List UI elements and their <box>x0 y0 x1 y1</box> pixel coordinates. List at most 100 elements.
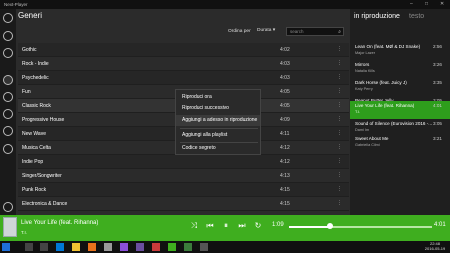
taskbar <box>0 241 450 253</box>
row-name: Electronica & Dance <box>22 201 68 207</box>
queue-title: Dark Horse (feat. Juicy J) <box>355 80 407 85</box>
row-duration: 4:09 <box>280 117 290 123</box>
radio-icon[interactable] <box>3 126 13 136</box>
player-track-artist: T.I. <box>21 230 28 235</box>
add-icon[interactable] <box>3 31 13 41</box>
shuffle-icon[interactable]: ⤨ <box>189 221 199 231</box>
genre-icon[interactable] <box>3 75 13 85</box>
explorer-icon[interactable] <box>72 243 80 251</box>
artist-icon[interactable] <box>3 92 13 102</box>
row-name: Classic Rock <box>22 103 51 109</box>
minimize-icon[interactable]: – <box>410 1 413 7</box>
pause-icon[interactable]: ⏸ <box>221 221 231 231</box>
tab-now-playing[interactable]: in riproduzione <box>354 13 400 20</box>
queue-item[interactable]: Mirrors Natalia Kills 3:26 <box>350 60 450 76</box>
menu-divider <box>180 128 258 129</box>
row-name: Rock - Indie <box>22 61 49 67</box>
menu-item-add-now-playing[interactable]: Aggiungi a adesso in riproduzione <box>182 117 257 123</box>
app-icon[interactable] <box>200 243 208 251</box>
row-duration: 4:11 <box>280 131 290 137</box>
tab-lyrics[interactable]: testo <box>409 13 424 20</box>
firefox-icon[interactable] <box>88 243 96 251</box>
list-item[interactable]: Psychedelic 4:03 ⋮ <box>18 71 349 85</box>
list-item[interactable]: Rock - Indie 4:03 ⋮ <box>18 57 349 71</box>
more-icon[interactable]: ⋮ <box>337 102 342 108</box>
queue-artist: Major Lazer <box>355 51 376 55</box>
folder-icon[interactable] <box>3 144 13 154</box>
app-icon[interactable] <box>104 243 112 251</box>
list-item[interactable]: Singer/Songwriter 4:13 ⋮ <box>18 169 349 183</box>
search-icon[interactable]: ⌕ <box>338 28 341 36</box>
more-icon[interactable]: ⋮ <box>337 200 342 206</box>
queue-artist: Katy Perry <box>355 87 373 91</box>
settings-icon[interactable] <box>3 202 13 212</box>
more-icon[interactable]: ⋮ <box>337 74 342 80</box>
row-duration: 4:05 <box>280 103 290 109</box>
menu-item-play-now[interactable]: Riproduci ora <box>182 94 212 100</box>
row-duration: 4:03 <box>280 75 290 81</box>
player-taskbar-icon[interactable] <box>168 243 176 251</box>
task-view-icon[interactable] <box>40 243 48 251</box>
repeat-icon[interactable]: ↻ <box>253 221 263 231</box>
sort-dropdown[interactable]: Durata <box>257 28 275 33</box>
row-duration: 4:05 <box>280 89 290 95</box>
list-item[interactable]: Gothic 4:02 ⋮ <box>18 43 349 57</box>
page-title: Generi <box>18 11 43 20</box>
album-cover[interactable] <box>3 217 17 237</box>
more-icon[interactable]: ⋮ <box>337 116 342 122</box>
queue-title: Live Your Life (feat. Rihanna) <box>355 103 415 108</box>
queue-item[interactable]: Dark Horse (feat. Juicy J) Katy Perry 3:… <box>350 78 450 94</box>
menu-item-secret-code[interactable]: Codice segreto <box>182 145 216 151</box>
search-taskbar-icon[interactable] <box>25 243 33 251</box>
maximize-icon[interactable]: □ <box>425 1 428 7</box>
queue-item[interactable]: Sound of Silence (Eurovision 2016 -... D… <box>350 119 450 135</box>
edge-icon[interactable] <box>56 243 64 251</box>
visual-studio-icon[interactable] <box>120 243 128 251</box>
total-time: 4:01 <box>434 222 446 228</box>
list-item[interactable]: Indie Pop 4:12 ⋮ <box>18 155 349 169</box>
list-item[interactable]: Punk Rock 4:15 ⋮ <box>18 183 349 197</box>
playlist-icon[interactable] <box>3 109 13 119</box>
start-icon[interactable] <box>2 243 10 251</box>
menu-icon[interactable] <box>3 13 13 23</box>
queue-duration: 4:01 <box>433 103 442 108</box>
previous-icon[interactable]: ⏮ <box>205 221 215 231</box>
menu-item-play-next[interactable]: Riproduci successivo <box>182 105 229 111</box>
queue-duration: 2:56 <box>433 44 442 49</box>
elapsed-time: 1:09 <box>272 222 284 228</box>
vs-code-icon[interactable] <box>136 243 144 251</box>
row-duration: 4:12 <box>280 145 290 151</box>
queue-duration: 3:21 <box>433 136 442 141</box>
more-icon[interactable]: ⋮ <box>337 60 342 66</box>
row-duration: 4:15 <box>280 201 290 207</box>
taskbar-clock[interactable]: 22:48 2016-05-19 <box>422 241 448 251</box>
app-icon[interactable] <box>184 243 192 251</box>
more-icon[interactable]: ⋮ <box>337 172 342 178</box>
list-item[interactable]: Electronica & Dance 4:15 ⋮ <box>18 197 349 211</box>
more-icon[interactable]: ⋮ <box>337 88 342 94</box>
sort-label: Ordina per <box>228 29 251 34</box>
close-icon[interactable]: ✕ <box>440 1 444 7</box>
more-icon[interactable]: ⋮ <box>337 46 342 52</box>
row-name: Indie Pop <box>22 159 44 165</box>
more-icon[interactable]: ⋮ <box>337 186 342 192</box>
queue-title: Sound of Silence (Eurovision 2016 -... <box>355 121 433 126</box>
context-menu: Riproduci ora Riproduci successivo Aggiu… <box>175 89 261 155</box>
queue-artist: T.I. <box>355 110 361 114</box>
search-input[interactable]: search ⌕ <box>286 27 344 36</box>
row-duration: 4:13 <box>280 173 290 179</box>
menu-item-add-playlist[interactable]: Aggiungi alla playlist <box>182 132 227 138</box>
queue-duration: 3:05 <box>433 121 442 126</box>
next-icon[interactable]: ⏭ <box>237 221 247 231</box>
queue-item[interactable]: Sweet About Me Gabriella Cilmi 3:21 <box>350 134 450 150</box>
row-name: Gothic <box>22 47 37 53</box>
disc-icon[interactable] <box>3 48 13 58</box>
queue-item[interactable]: Lean On (feat. MØ & DJ Snake) Major Laze… <box>350 42 450 58</box>
row-duration: 4:02 <box>280 47 290 53</box>
app-icon[interactable] <box>152 243 160 251</box>
more-icon[interactable]: ⋮ <box>337 130 342 136</box>
more-icon[interactable]: ⋮ <box>337 144 342 150</box>
row-name: Singer/Songwriter <box>22 173 62 179</box>
more-icon[interactable]: ⋮ <box>337 158 342 164</box>
queue-item-current[interactable]: Live Your Life (feat. Rihanna) T.I. 4:01 <box>350 101 450 119</box>
